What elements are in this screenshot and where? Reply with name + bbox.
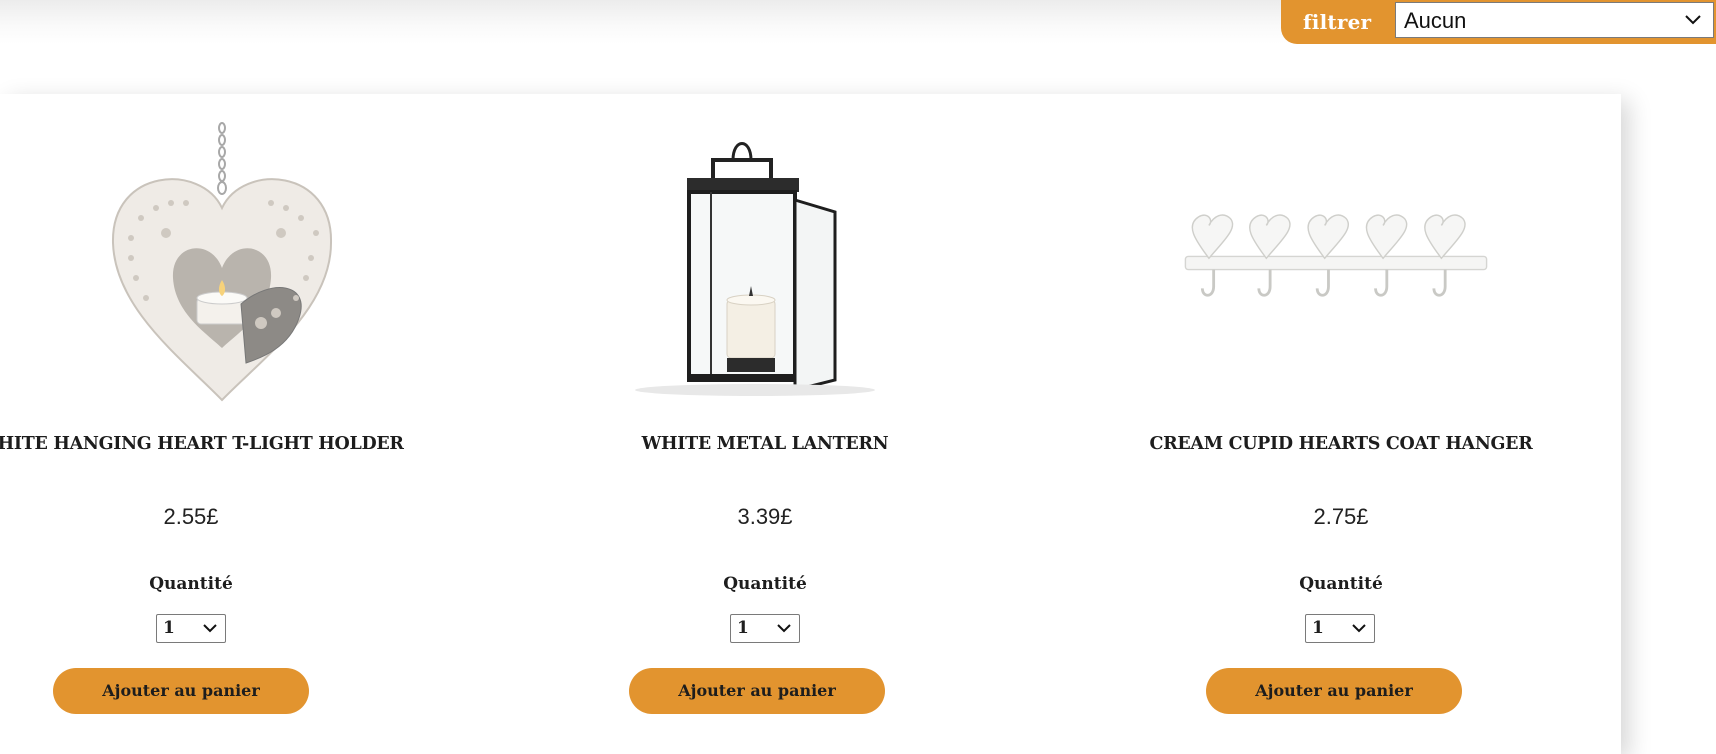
coat-hanger-image bbox=[1184, 214, 1488, 297]
product-panel: WHITE HANGING HEART T-LIGHT HOLDER 2.55£… bbox=[0, 94, 1621, 754]
add-to-cart-button[interactable]: Ajouter au panier bbox=[629, 668, 885, 714]
chevron-down-icon bbox=[203, 624, 217, 633]
chevron-down-icon bbox=[777, 624, 791, 633]
add-to-cart-button[interactable]: Ajouter au panier bbox=[53, 668, 309, 714]
quantity-value: 1 bbox=[737, 618, 749, 638]
quantity-label: Quantité bbox=[723, 574, 807, 594]
product-name: WHITE HANGING HEART T-LIGHT HOLDER bbox=[0, 434, 404, 454]
chevron-down-icon bbox=[1352, 624, 1366, 633]
quantity-value: 1 bbox=[1312, 618, 1324, 638]
heart-tlight-holder-image bbox=[111, 122, 333, 402]
filter-bar: filtrer Aucun bbox=[1281, 0, 1716, 44]
product-name: CREAM CUPID HEARTS COAT HANGER bbox=[1149, 434, 1533, 454]
quantity-select[interactable]: 1 bbox=[1305, 614, 1375, 643]
filter-select[interactable]: Aucun bbox=[1395, 2, 1714, 38]
product-price: 2.75£ bbox=[1313, 504, 1369, 529]
product-price: 3.39£ bbox=[737, 504, 793, 529]
metal-lantern-image bbox=[635, 142, 875, 396]
quantity-value: 1 bbox=[163, 618, 175, 638]
product-card: CREAM CUPID HEARTS COAT HANGER 2.75£ Qua… bbox=[1061, 94, 1621, 754]
filter-selected-value: Aucun bbox=[1404, 8, 1467, 33]
quantity-label: Quantité bbox=[1299, 574, 1383, 594]
product-price: 2.55£ bbox=[163, 504, 219, 529]
quantity-label: Quantité bbox=[149, 574, 233, 594]
filter-label: filtrer bbox=[1303, 10, 1372, 34]
chevron-down-icon bbox=[1685, 15, 1701, 25]
add-to-cart-button[interactable]: Ajouter au panier bbox=[1206, 668, 1462, 714]
product-name: WHITE METAL LANTERN bbox=[641, 434, 889, 454]
quantity-select[interactable]: 1 bbox=[156, 614, 226, 643]
product-card: WHITE METAL LANTERN 3.39£ Quantité 1 Ajo… bbox=[485, 94, 1045, 754]
quantity-select[interactable]: 1 bbox=[730, 614, 800, 643]
product-card: WHITE HANGING HEART T-LIGHT HOLDER 2.55£… bbox=[0, 94, 471, 754]
